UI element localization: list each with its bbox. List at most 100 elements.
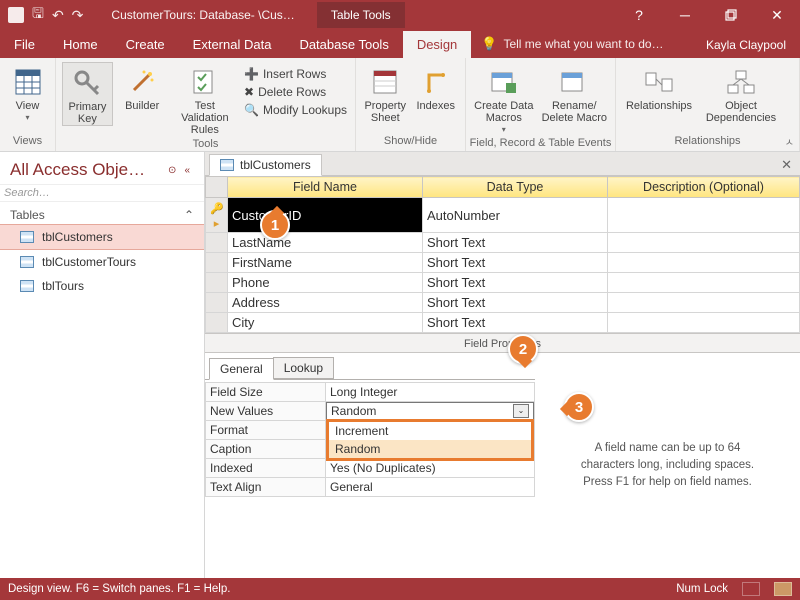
rename-delete-macro-button[interactable]: Rename/ Delete Macro bbox=[540, 62, 609, 124]
status-bar: Design view. F6 = Switch panes. F1 = Hel… bbox=[0, 578, 800, 600]
primary-key-button[interactable]: Primary Key bbox=[62, 62, 113, 126]
undo-icon[interactable]: ↶ bbox=[52, 7, 64, 24]
object-dependencies-button[interactable]: Object Dependencies bbox=[700, 62, 782, 124]
prop-label: Text Align bbox=[206, 478, 326, 497]
data-type-cell[interactable]: Short Text bbox=[423, 253, 608, 273]
row-selector[interactable]: 🔑▸ bbox=[206, 198, 228, 233]
delete-rows-button[interactable]: ✖Delete Rows bbox=[242, 84, 349, 100]
property-sheet-button[interactable]: Property Sheet bbox=[362, 62, 409, 124]
help-icon[interactable]: ? bbox=[616, 0, 662, 30]
tab-file[interactable]: File bbox=[0, 31, 49, 58]
group-events: Create Data Macros▾ Rename/ Delete Macro… bbox=[466, 58, 616, 151]
prop-label: Field Size bbox=[206, 383, 326, 402]
ribbon: View▾ Views Primary Key Builder Test Val… bbox=[0, 58, 800, 152]
tab-lookup[interactable]: Lookup bbox=[273, 357, 334, 379]
collapse-ribbon-icon[interactable]: ㅅ bbox=[785, 134, 794, 149]
field-name-cell[interactable]: CustomerID bbox=[228, 198, 423, 233]
field-name-cell[interactable]: Address bbox=[228, 293, 423, 313]
nav-header[interactable]: All Access Obje… bbox=[10, 160, 164, 180]
datasheet-view-icon[interactable] bbox=[742, 582, 760, 596]
field-name-cell[interactable]: FirstName bbox=[228, 253, 423, 273]
context-tab-tabletools: Table Tools bbox=[317, 2, 405, 28]
design-grid[interactable]: Field Name Data Type Description (Option… bbox=[205, 176, 800, 333]
design-view-icon[interactable] bbox=[774, 582, 792, 596]
prop-indexed[interactable]: Yes (No Duplicates) bbox=[326, 459, 535, 478]
description-cell[interactable] bbox=[608, 198, 800, 233]
modify-lookups-button[interactable]: 🔍Modify Lookups bbox=[242, 102, 349, 118]
table-icon bbox=[20, 231, 34, 243]
prop-field-size[interactable]: Long Integer bbox=[326, 383, 535, 402]
field-name-cell[interactable]: Phone bbox=[228, 273, 423, 293]
row-selector[interactable] bbox=[206, 233, 228, 253]
builder-button[interactable]: Builder bbox=[117, 62, 168, 112]
nav-search[interactable]: Search… bbox=[0, 185, 204, 202]
tab-general[interactable]: General bbox=[209, 358, 274, 380]
option-increment[interactable]: Increment bbox=[329, 422, 531, 440]
title-bar: 🖫 ↶ ↷ CustomerTours: Database- \Cus… Tab… bbox=[0, 0, 800, 30]
nav-dropdown-icon[interactable]: ⊙ bbox=[164, 165, 180, 176]
close-icon[interactable]: ✕ bbox=[754, 0, 800, 30]
minimize-icon[interactable]: ─ bbox=[662, 0, 708, 30]
indexes-button[interactable]: Indexes bbox=[413, 62, 460, 112]
redo-icon[interactable]: ↷ bbox=[72, 7, 84, 24]
select-all[interactable] bbox=[206, 177, 228, 198]
row-selector[interactable] bbox=[206, 273, 228, 293]
property-sheet-icon bbox=[369, 66, 401, 98]
tab-create[interactable]: Create bbox=[112, 31, 179, 58]
callout-2: 2 bbox=[508, 334, 538, 364]
insert-rows-button[interactable]: ➕Insert Rows bbox=[242, 66, 349, 82]
prop-text-align[interactable]: General bbox=[326, 478, 535, 497]
field-name-cell[interactable]: City bbox=[228, 313, 423, 333]
data-type-cell[interactable]: Short Text bbox=[423, 273, 608, 293]
relationships-button[interactable]: Relationships bbox=[622, 62, 696, 112]
description-cell[interactable] bbox=[608, 273, 800, 293]
prop-new-values[interactable]: Random⌄ Increment Random bbox=[326, 402, 535, 421]
nav-item-tbltours[interactable]: tblTours bbox=[0, 274, 204, 298]
data-type-cell[interactable]: Short Text bbox=[423, 313, 608, 333]
data-type-cell[interactable]: Short Text bbox=[423, 233, 608, 253]
col-description[interactable]: Description (Optional) bbox=[608, 177, 800, 198]
row-selector[interactable] bbox=[206, 293, 228, 313]
save-icon[interactable]: 🖫 bbox=[32, 3, 44, 27]
create-data-macros-button[interactable]: Create Data Macros▾ bbox=[472, 62, 536, 135]
tell-me-search[interactable]: 💡Tell me what you want to do… bbox=[471, 30, 673, 58]
tab-external-data[interactable]: External Data bbox=[179, 31, 286, 58]
tab-database-tools[interactable]: Database Tools bbox=[285, 31, 402, 58]
delete-rows-icon: ✖ bbox=[244, 85, 254, 99]
dropdown-icon[interactable]: ⌄ bbox=[513, 404, 529, 418]
row-selector[interactable] bbox=[206, 253, 228, 273]
app-icon bbox=[8, 7, 24, 23]
view-button[interactable]: View▾ bbox=[6, 62, 49, 123]
user-name[interactable]: Kayla Claypool bbox=[692, 32, 800, 58]
test-validation-button[interactable]: Test Validation Rules bbox=[172, 62, 238, 136]
description-cell[interactable] bbox=[608, 253, 800, 273]
field-properties-label: Field Properties bbox=[205, 334, 800, 352]
row-selector[interactable] bbox=[206, 313, 228, 333]
col-field-name[interactable]: Field Name bbox=[228, 177, 423, 198]
field-name-cell[interactable]: LastName bbox=[228, 233, 423, 253]
prop-label: Caption bbox=[206, 440, 326, 459]
table-icon bbox=[220, 159, 234, 171]
description-cell[interactable] bbox=[608, 313, 800, 333]
window-title: CustomerTours: Database- \Cus… bbox=[91, 8, 294, 22]
object-tab-tblcustomers[interactable]: tblCustomers bbox=[209, 154, 322, 176]
option-random[interactable]: Random bbox=[329, 440, 531, 458]
relationships-icon bbox=[643, 66, 675, 98]
close-tab-icon[interactable]: ✕ bbox=[773, 155, 800, 175]
nav-group-tables[interactable]: Tables⌃ bbox=[0, 202, 204, 224]
quick-access-toolbar: 🖫 ↶ ↷ bbox=[0, 3, 91, 27]
nav-collapse-icon[interactable]: « bbox=[180, 165, 194, 176]
table-icon bbox=[20, 256, 34, 268]
restore-icon[interactable] bbox=[708, 0, 754, 30]
wand-icon bbox=[126, 66, 158, 98]
col-data-type[interactable]: Data Type bbox=[423, 177, 608, 198]
prop-label: Indexed bbox=[206, 459, 326, 478]
data-type-cell[interactable]: AutoNumber bbox=[423, 198, 608, 233]
description-cell[interactable] bbox=[608, 233, 800, 253]
description-cell[interactable] bbox=[608, 293, 800, 313]
data-type-cell[interactable]: Short Text bbox=[423, 293, 608, 313]
tab-design[interactable]: Design bbox=[403, 31, 471, 58]
tab-home[interactable]: Home bbox=[49, 31, 112, 58]
nav-item-tblcustomers[interactable]: tblCustomers bbox=[0, 224, 204, 250]
nav-item-tblcustomertours[interactable]: tblCustomerTours bbox=[0, 250, 204, 274]
